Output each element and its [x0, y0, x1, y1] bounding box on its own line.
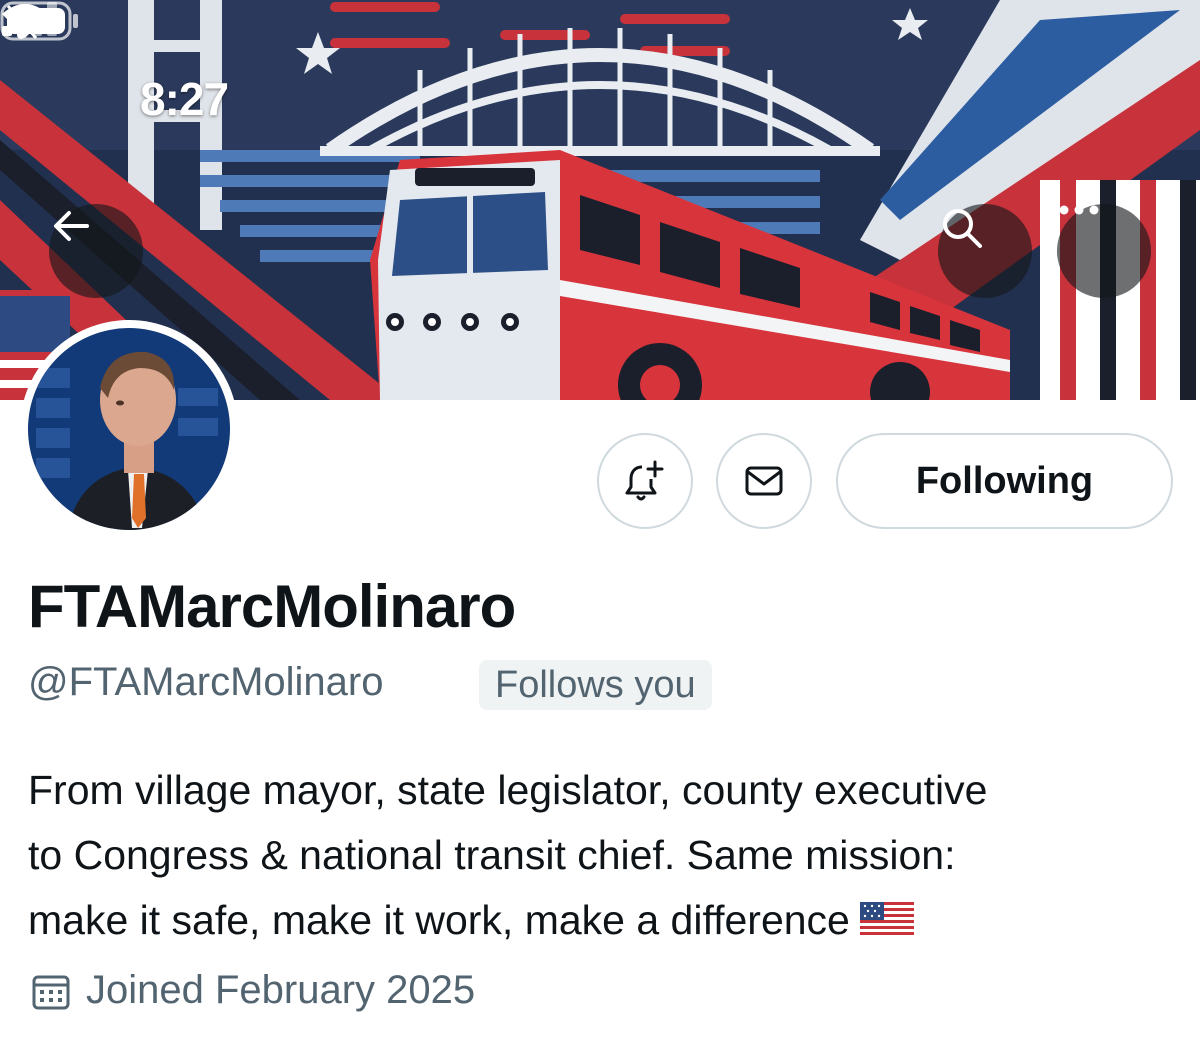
bio-line-with-flag: make it safe, make it work, make a diffe…	[28, 888, 1178, 953]
bio-line: to Congress & national transit chief. Sa…	[28, 832, 956, 878]
status-bar-time: 8:27	[140, 73, 229, 125]
display-name: FTAMarcMolinaro	[28, 573, 516, 640]
profile-bio: From village mayor, state legislator, co…	[28, 758, 1178, 953]
search-button[interactable]	[938, 204, 1032, 298]
bio-line: From village mayor, state legislator, co…	[28, 767, 988, 813]
arrow-left-icon	[54, 211, 89, 241]
us-flag-emoji	[859, 902, 914, 938]
calendar-icon	[32, 975, 70, 1009]
notifications-button[interactable]	[597, 433, 693, 529]
follows-you-badge: Follows you	[479, 660, 712, 710]
joined-date: Joined February 2025	[30, 968, 475, 1013]
message-button[interactable]	[716, 433, 812, 529]
back-button[interactable]	[49, 204, 143, 298]
following-button[interactable]: Following	[836, 433, 1173, 529]
battery-icon	[0, 1, 78, 41]
bell-plus-icon	[625, 460, 664, 501]
envelope-icon	[745, 466, 783, 496]
more-horizontal-icon	[1059, 205, 1099, 215]
joined-date-text: Joined February 2025	[86, 968, 476, 1012]
user-handle: @FTAMarcMolinaro	[28, 660, 384, 704]
search-icon	[943, 209, 982, 248]
bio-line: make it safe, make it work, make a diffe…	[28, 897, 850, 943]
more-options-button[interactable]	[1057, 204, 1151, 298]
avatar-photo	[28, 328, 230, 530]
avatar[interactable]	[20, 320, 238, 538]
